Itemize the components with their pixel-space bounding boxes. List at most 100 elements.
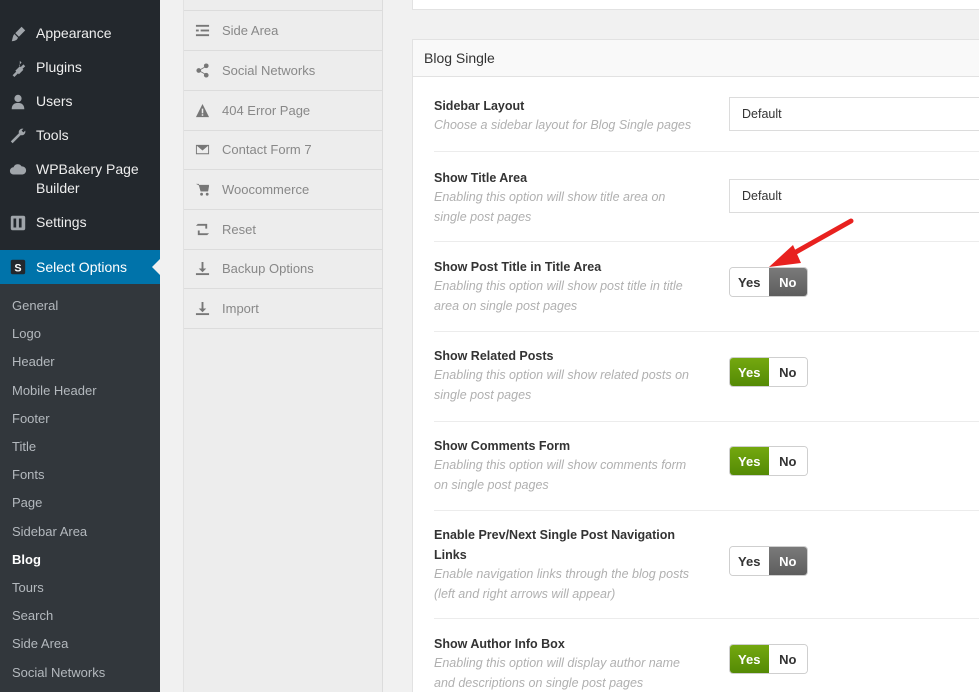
download-icon <box>194 301 210 317</box>
menu-label: Users <box>36 93 73 109</box>
option-title: Sidebar Layout <box>434 99 525 113</box>
option-desc: Enabling this option will show comments … <box>434 458 687 472</box>
prev-next-toggle[interactable]: Yes No <box>729 546 808 576</box>
options-nav-import[interactable]: Import <box>184 289 383 329</box>
menu-label: Plugins <box>36 59 82 75</box>
submenu-fonts[interactable]: Fonts <box>12 466 45 484</box>
options-nav-contact-form[interactable]: Contact Form 7 <box>184 130 383 170</box>
menu-appearance[interactable]: Appearance <box>0 24 160 44</box>
options-nav-404[interactable]: 404 Error Page <box>184 91 383 131</box>
cloud-icon <box>8 160 28 180</box>
select-logo-icon: S <box>8 257 28 277</box>
toggle-yes[interactable]: Yes <box>730 547 769 575</box>
menu-select-options[interactable]: S Select Options <box>0 250 160 284</box>
option-desc: single post pages <box>434 210 532 224</box>
submenu-footer[interactable]: Footer <box>12 410 50 428</box>
option-desc: on single post pages <box>434 478 549 492</box>
title-area-select[interactable]: Default <box>729 179 979 213</box>
paintbrush-icon <box>8 24 28 44</box>
menu-wpbakery[interactable]: WPBakery Page Builder <box>0 160 150 198</box>
screen: Appearance Plugins Users Tools WPBakery … <box>0 0 979 692</box>
menu-label: Select Options <box>36 258 128 275</box>
comments-form-toggle[interactable]: Yes No <box>729 446 808 476</box>
options-nav-label: Side Area <box>222 23 279 38</box>
option-title: Enable Prev/Next Single Post Navigation … <box>434 528 676 562</box>
options-nav-backup[interactable]: Backup Options <box>184 249 383 289</box>
options-nav-label: 404 Error Page <box>222 103 311 118</box>
toggle-yes[interactable]: Yes <box>730 358 769 386</box>
option-title: Show Comments Form <box>434 439 571 453</box>
option-desc: and descriptions on single post pages <box>434 676 644 690</box>
option-title: Show Related Posts <box>434 349 554 363</box>
option-row-post-title: Show Post Title in Title Area Enabling t… <box>434 260 979 332</box>
option-desc: area on single post pages <box>434 299 578 313</box>
author-info-toggle[interactable]: Yes No <box>729 644 808 674</box>
menu-label: WPBakery Page Builder <box>36 161 139 196</box>
options-nav-label: Social Networks <box>222 63 316 78</box>
menu-tools[interactable]: Tools <box>0 126 160 146</box>
option-title: Show Author Info Box <box>434 637 565 651</box>
option-desc: Choose a sidebar layout for Blog Single … <box>434 118 692 132</box>
toggle-yes[interactable]: Yes <box>730 447 769 475</box>
option-desc: (left and right arrows will appear) <box>434 587 616 601</box>
toggle-no[interactable]: No <box>768 645 807 673</box>
options-nav: Side Area Social Networks 404 Error Page… <box>183 0 383 692</box>
wrench-icon <box>8 126 28 146</box>
annotation-arrow-icon <box>769 218 854 267</box>
options-nav-reset[interactable]: Reset <box>184 210 383 250</box>
option-row-prev-next: Enable Prev/Next Single Post Navigation … <box>434 528 979 619</box>
menu-users[interactable]: Users <box>0 92 160 112</box>
options-nav-side-area[interactable]: Side Area <box>184 11 383 51</box>
submenu-tours[interactable]: Tours <box>12 579 44 597</box>
menu-settings[interactable]: Settings <box>0 213 160 233</box>
svg-text:S: S <box>14 263 21 275</box>
toggle-no[interactable]: No <box>768 447 807 475</box>
share-icon <box>194 63 210 79</box>
option-row-related-posts: Show Related Posts Enabling this option … <box>434 349 979 422</box>
menu-label: Appearance <box>36 25 112 41</box>
panel-title: Blog Single <box>413 40 979 77</box>
option-desc: Enabling this option will display author… <box>434 656 680 670</box>
warning-icon <box>194 103 210 119</box>
toggle-yes[interactable]: Yes <box>730 645 769 673</box>
admin-sidebar: Appearance Plugins Users Tools WPBakery … <box>0 0 160 692</box>
submenu-blog[interactable]: Blog <box>12 551 41 569</box>
sidebar-layout-select[interactable]: Default <box>729 97 979 131</box>
retweet-icon <box>194 222 210 238</box>
toggle-no[interactable]: No <box>768 547 807 575</box>
options-nav-label: Woocommerce <box>222 182 310 197</box>
option-desc: Enabling this option will show title are… <box>434 190 666 204</box>
blog-single-panel: Blog Single Sidebar Layout Choose a side… <box>412 39 979 692</box>
list-icon <box>194 23 210 39</box>
options-nav-label: Backup Options <box>222 261 314 276</box>
options-nav-woocommerce[interactable]: Woocommerce <box>184 170 383 210</box>
related-posts-toggle[interactable]: Yes No <box>729 357 808 387</box>
submenu-title[interactable]: Title <box>12 438 36 456</box>
previous-panel-edge <box>412 0 979 10</box>
settings-icon <box>8 213 28 233</box>
envelope-icon <box>194 142 210 158</box>
submenu-sidebar-area[interactable]: Sidebar Area <box>12 523 87 541</box>
option-desc: Enabling this option will show related p… <box>434 368 690 382</box>
menu-label: Settings <box>36 214 87 230</box>
option-title: Show Title Area <box>434 171 528 185</box>
options-nav-item-partial[interactable] <box>184 0 383 11</box>
toggle-no[interactable]: No <box>768 358 807 386</box>
options-nav-label: Contact Form 7 <box>222 142 312 157</box>
cart-icon <box>194 182 210 198</box>
current-menu-arrow <box>152 259 160 275</box>
submenu-social-networks[interactable]: Social Networks <box>12 664 105 682</box>
option-row-author-info: Show Author Info Box Enabling this optio… <box>434 637 979 692</box>
options-nav-social-networks[interactable]: Social Networks <box>184 51 383 91</box>
menu-plugins[interactable]: Plugins <box>0 58 160 78</box>
submenu-header[interactable]: Header <box>12 353 55 371</box>
submenu-page[interactable]: Page <box>12 494 42 512</box>
submenu-search[interactable]: Search <box>12 607 53 625</box>
submenu-general[interactable]: General <box>12 297 58 315</box>
option-title: Show Post Title in Title Area <box>434 260 602 274</box>
submenu-mobile-header[interactable]: Mobile Header <box>12 382 97 400</box>
option-row-show-title-area: Show Title Area Enabling this option wil… <box>434 170 979 242</box>
submenu-logo[interactable]: Logo <box>12 325 41 343</box>
options-nav-label: Import <box>222 301 259 316</box>
submenu-side-area[interactable]: Side Area <box>12 635 68 653</box>
